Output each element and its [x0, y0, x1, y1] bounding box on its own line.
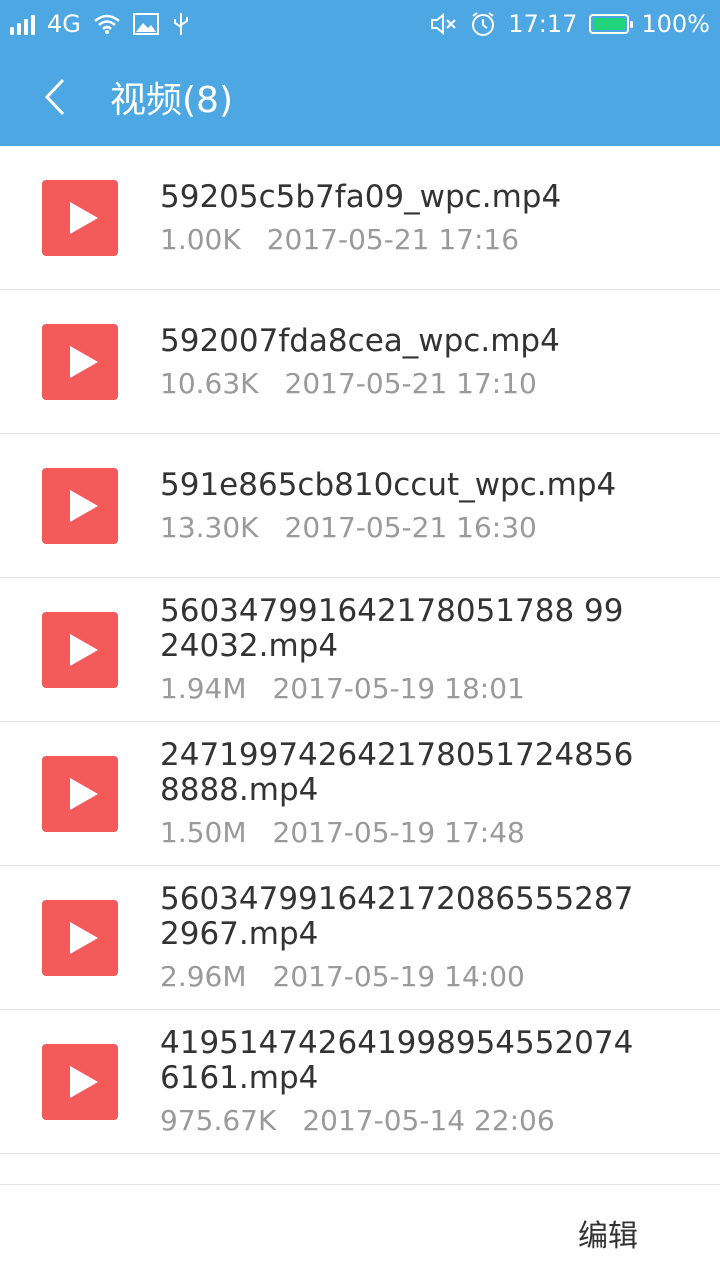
status-time: 17:17	[508, 10, 578, 38]
edit-button[interactable]: 编辑	[578, 1211, 638, 1255]
video-play-icon	[42, 324, 118, 400]
video-play-icon	[42, 1044, 118, 1120]
file-name: 4195147426419989545520746161.mp4	[160, 1025, 634, 1096]
file-meta: 975.67K 2017-05-14 22:06	[160, 1104, 640, 1138]
file-size: 1.00K	[160, 222, 241, 256]
usb-icon	[173, 13, 188, 35]
file-size: 975.67K	[160, 1104, 277, 1137]
file-date: 2017-05-19 17:48	[272, 816, 525, 849]
file-name: 591e865cb810ccut_wpc.mp4	[160, 466, 617, 503]
list-item[interactable]: 592007fda8cea_wpc.mp4 10.63K 2017-05-21 1…	[0, 290, 720, 434]
file-date: 2017-05-21 16:30	[284, 510, 537, 544]
file-date: 2017-05-19 14:00	[272, 960, 525, 993]
list-item[interactable]: 2471997426421780517248568888.mp4 1.50M 20…	[0, 722, 720, 866]
list-item[interactable]: 4195147426419989545520746161.mp4 975.67K…	[0, 1010, 720, 1154]
video-play-icon	[42, 900, 118, 976]
back-button[interactable]	[0, 48, 110, 146]
file-name: 5603479916421720865552872967.mp4	[160, 881, 634, 952]
file-meta: 1.00K 2017-05-21 17:16	[160, 223, 640, 257]
list-item[interactable]: 5603479916421720865552872967.mp4 2.96M 20…	[0, 866, 720, 1010]
list-item-info: 2471997426421780517248568888.mp4 1.50M 20…	[160, 722, 640, 866]
file-size: 1.94M	[160, 672, 247, 705]
alarm-icon	[472, 12, 495, 36]
file-date: 2017-05-21 17:10	[284, 366, 537, 400]
mute-icon	[431, 12, 456, 36]
file-size: 13.30K	[160, 510, 259, 544]
file-meta: 1.50M 2017-05-19 17:48	[160, 816, 640, 850]
list-item-info: 591e865cb810ccut_wpc.mp4 13.30K 2017-05-2…	[160, 434, 640, 578]
app-bar: 4G 17:17 100% 视频(8)	[0, 0, 720, 146]
wifi-icon	[94, 14, 120, 34]
title-bar: 视频(8)	[0, 48, 720, 146]
list-item[interactable]: 560347991642178051788 9924032.mp4 1.94M 2…	[0, 578, 720, 722]
list-item-info: 5603479916421720865552872967.mp4 2.96M 20…	[160, 866, 640, 1010]
video-play-icon	[42, 756, 118, 832]
video-play-icon	[42, 468, 118, 544]
file-size: 2.96M	[160, 960, 247, 993]
file-meta: 13.30K 2017-05-21 16:30	[160, 511, 640, 545]
status-bar: 4G 17:17 100%	[0, 0, 720, 48]
file-name: 59205c5b7fa09_wpc.mp4	[160, 178, 562, 215]
file-name: 2471997426421780517248568888.mp4	[160, 737, 634, 808]
status-right: 17:17 100%	[430, 10, 710, 38]
chevron-left-icon	[44, 78, 65, 116]
file-date: 2017-05-14 22:06	[302, 1104, 555, 1137]
network-type: 4G	[47, 10, 81, 38]
file-date: 2017-05-19 18:01	[272, 672, 525, 705]
list-item-info: 4195147426419989545520746161.mp4 975.67K…	[160, 1010, 640, 1154]
file-meta: 2.96M 2017-05-19 14:00	[160, 960, 640, 994]
signal-icon	[10, 13, 35, 35]
file-meta: 1.94M 2017-05-19 18:01	[160, 672, 640, 706]
video-list: 59205c5b7fa09_wpc.mp4 1.00K 2017-05-21 17…	[0, 146, 720, 1154]
file-size: 10.63K	[160, 366, 259, 400]
page-title: 视频(8)	[110, 80, 233, 121]
list-item-info: 592007fda8cea_wpc.mp4 10.63K 2017-05-21 1…	[160, 290, 640, 434]
battery-percent: 100%	[641, 10, 710, 38]
video-play-icon	[42, 180, 118, 256]
battery-icon	[589, 14, 634, 34]
list-item[interactable]: 591e865cb810ccut_wpc.mp4 13.30K 2017-05-2…	[0, 434, 720, 578]
bottom-bar: 编辑	[0, 1184, 720, 1281]
status-left: 4G	[10, 10, 191, 38]
list-item[interactable]: 59205c5b7fa09_wpc.mp4 1.00K 2017-05-21 17…	[0, 146, 720, 290]
image-icon	[132, 13, 159, 35]
list-item-info: 59205c5b7fa09_wpc.mp4 1.00K 2017-05-21 17…	[160, 146, 640, 290]
file-date: 2017-05-21 17:16	[266, 222, 520, 256]
list-item-info: 560347991642178051788 9924032.mp4 1.94M 2…	[160, 578, 640, 722]
video-play-icon	[42, 612, 118, 688]
file-size: 1.50M	[160, 816, 247, 849]
file-name: 592007fda8cea_wpc.mp4	[160, 322, 560, 359]
file-meta: 10.63K 2017-05-21 17:10	[160, 367, 640, 401]
file-name: 560347991642178051788 9924032.mp4	[160, 593, 624, 664]
